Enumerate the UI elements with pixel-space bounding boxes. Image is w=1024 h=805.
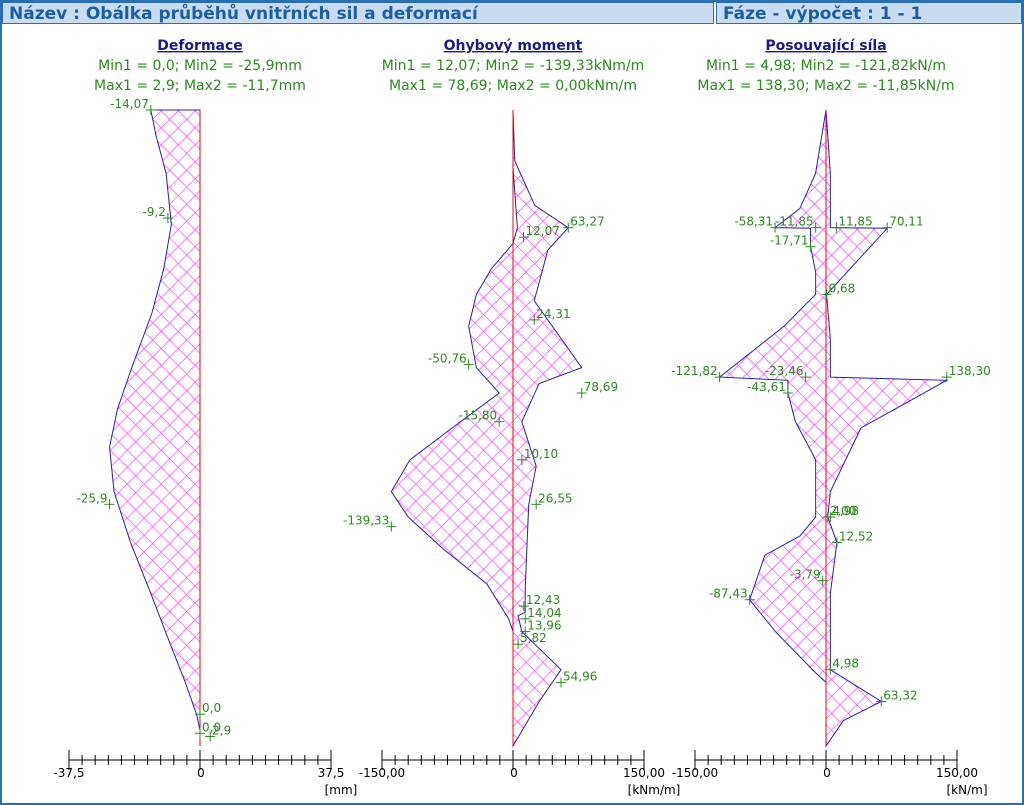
data-label: -121,82 [671,364,717,378]
data-label: 0,0 [202,701,221,715]
scale-min-label: -37,5 [53,766,84,780]
panel-stats-max: Max1 = 138,30; Max2 = -11,85kN/m [697,78,954,94]
data-label: -87,43 [709,587,748,601]
scale-zero-label: 0 [510,766,518,780]
data-label: 10,10 [524,447,558,461]
data-label: 11,85 [838,215,872,229]
data-label: 24,31 [536,307,570,321]
data-label: -9,2 [142,205,165,219]
data-label: -17,71 [770,234,809,248]
scale-min-label: -150,00 [359,766,405,780]
data-label: 2,9 [212,723,231,737]
data-label: 54,96 [563,669,597,683]
scale-max-label: 150,00 [623,766,665,780]
data-label: 0,68 [829,281,856,295]
data-label: 2,00 [830,504,857,518]
data-label: 5,82 [520,631,547,645]
data-label: -25,9 [76,491,107,505]
scale-unit-label: [mm] [325,783,358,797]
panel-title: Deformace [157,38,243,54]
envelope-area [718,109,949,748]
data-label: -15,80 [459,409,498,423]
panel-stats-max: Max1 = 78,69; Max2 = 0,00kNm/m [389,78,637,94]
data-label: 26,55 [538,491,572,505]
scale-max-label: 37,5 [318,766,345,780]
envelope-area [390,109,583,748]
scale-unit-label: [kN/m] [946,783,987,797]
data-label: 4,98 [832,657,859,671]
scale-unit-label: [kNm/m] [628,783,681,797]
panel-stats-max: Max1 = 2,9; Max2 = -11,7mm [94,78,306,94]
panel-stats-min: Min1 = 4,98; Min2 = -121,82kN/m [706,58,946,74]
panel-stats-min: Min1 = 12,07; Min2 = -139,33kNm/m [382,58,645,74]
data-label: 138,30 [949,364,991,378]
data-label: -43,61 [747,380,786,394]
data-label: 12,07 [526,224,560,238]
panel-stats-min: Min1 = 0,0; Min2 = -25,9mm [98,58,302,74]
data-label: -58,31 [734,215,773,229]
data-label: 63,27 [570,215,604,229]
scale-zero-label: 0 [823,766,831,780]
data-label: -11,85 [775,215,814,229]
panel-title: Ohybový moment [444,38,583,54]
panel-title: Posouvající síla [765,38,886,54]
data-label: -50,76 [428,351,467,365]
scale-zero-label: 0 [197,766,205,780]
scale-min-label: -150,00 [672,766,718,780]
data-label: -14,07 [110,97,149,111]
data-label: -23,46 [765,364,804,378]
envelope-charts: Deformace Min1 = 0,0; Min2 = -25,9mm Max1 … [53,38,991,797]
data-label: 63,32 [883,688,917,702]
data-label: 12,52 [839,529,873,543]
data-label: -3,79 [790,568,821,582]
data-label: -139,33 [343,514,389,528]
scale-max-label: 150,00 [936,766,978,780]
data-label: 70,11 [889,215,923,229]
data-label: 78,69 [584,380,618,394]
